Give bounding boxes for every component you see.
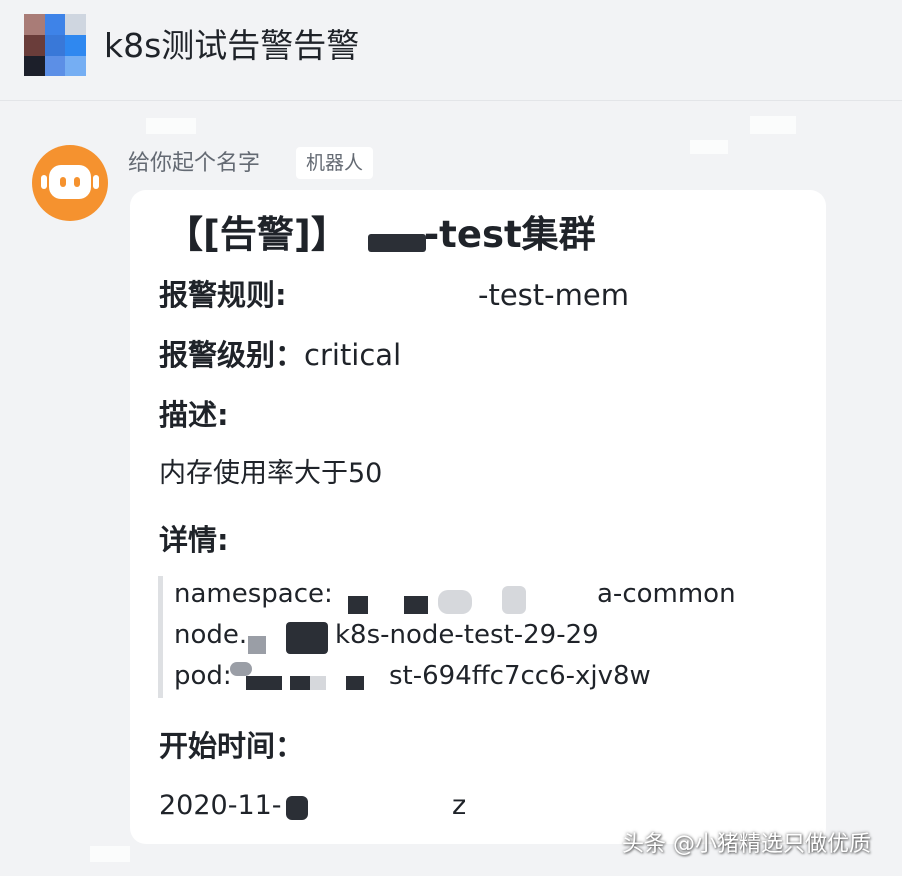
details-pod-prefix: pod: [174, 661, 232, 691]
details-namespace-suffix: a-common [597, 579, 736, 609]
redaction-patch [246, 676, 282, 690]
rule-value: -test-mem [478, 278, 629, 312]
blur-patch [146, 118, 196, 134]
level-row: 报警级别：critical [159, 335, 401, 375]
redaction-patch [438, 590, 472, 614]
start-time-label: 开始时间： [159, 729, 305, 763]
sender-name[interactable]: 给你起个名字 [128, 149, 260, 179]
robot-icon[interactable] [32, 145, 108, 221]
start-time-value: 2020-11- [159, 790, 282, 821]
redaction-patch [286, 622, 328, 654]
redaction-patch [310, 676, 326, 690]
robot-face [49, 165, 91, 199]
redaction-patch [346, 676, 364, 690]
robot-ear-right [93, 175, 99, 189]
rule-label: 报警规则: [159, 278, 287, 312]
details-label: 详情: [159, 523, 229, 557]
alert-title-suffix: -test集群 [423, 213, 596, 256]
start-time-tail: z [452, 790, 467, 821]
details-node-prefix: node. [174, 620, 248, 650]
redaction-patch [348, 596, 368, 614]
robot-eye-left [60, 177, 66, 187]
redaction-patch [248, 636, 266, 654]
blur-patch [750, 116, 796, 134]
details-pod-suffix: st-694ffc7cc6-xjv8w [389, 661, 651, 691]
redaction-patch [368, 234, 426, 252]
description-label: 描述: [159, 398, 229, 432]
robot-eye-right [74, 177, 80, 187]
group-avatar-icon[interactable] [24, 14, 86, 76]
chat-title[interactable]: k8s测试告警告警 [104, 24, 359, 68]
blur-patch [90, 846, 130, 862]
redaction-patch [502, 586, 526, 614]
bot-badge: 机器人 [296, 147, 374, 179]
details-node-suffix: k8s-node-test-29-29 [335, 620, 599, 650]
alert-message-card[interactable]: 【[告警]】 -test集群 报警规则: -test-mem 报警级别：criti… [130, 190, 826, 844]
robot-ear-left [41, 175, 47, 189]
level-value: critical [304, 338, 402, 372]
level-label: 报警级别： [159, 338, 305, 372]
redaction-patch [286, 796, 308, 820]
description-value: 内存使用率大于50 [159, 458, 383, 489]
source-watermark: 头条 @小猪精选只做优质 [622, 832, 871, 857]
redaction-patch [290, 676, 312, 690]
redaction-patch [404, 596, 428, 614]
alert-title-prefix: 【[告警]】 [166, 213, 348, 256]
chat-window: k8s测试告警告警 给你起个名字 机器人 【[告警]】 -test集群 报警规则:… [0, 0, 902, 876]
blur-patch [690, 140, 728, 154]
chat-header: k8s测试告警告警 [0, 0, 902, 101]
rule-row: 报警规则: [159, 275, 287, 315]
redaction-patch [230, 662, 252, 676]
details-namespace-prefix: namespace: [174, 579, 333, 609]
